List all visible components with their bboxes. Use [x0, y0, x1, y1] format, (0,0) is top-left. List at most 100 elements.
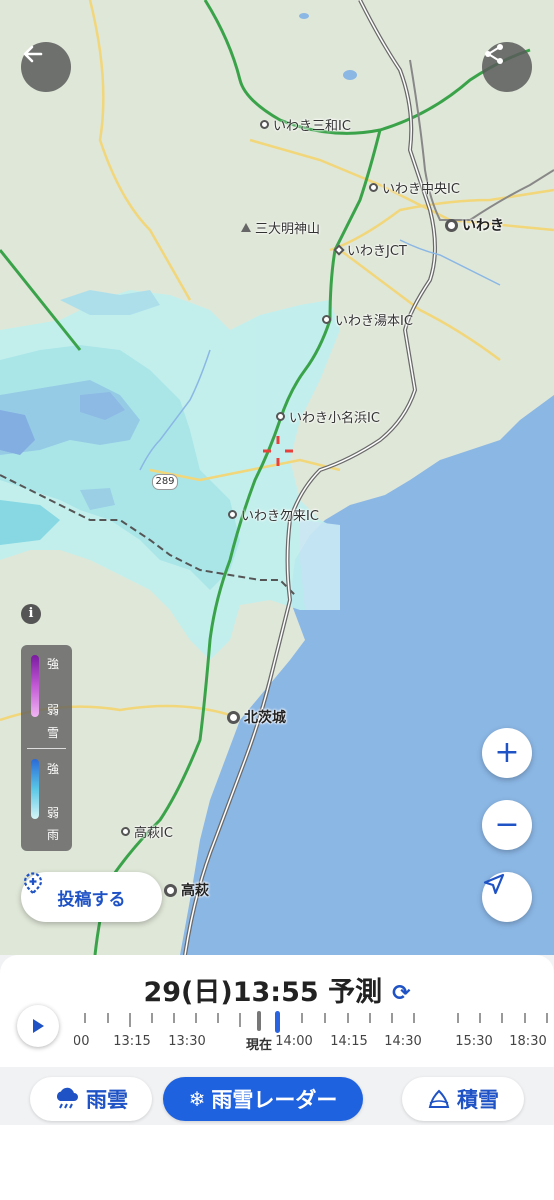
place-label: 高萩: [181, 883, 209, 899]
place-iwaki-yumoto-ic: いわき湯本IC: [322, 310, 413, 329]
place-label: いわき三和IC: [273, 119, 351, 134]
tab-label: 雨雲: [86, 1088, 128, 1112]
timeline-tick: [84, 1013, 86, 1023]
place-iwaki-chuo-ic: いわき中央IC: [369, 178, 460, 197]
post-pin-icon: [23, 872, 43, 895]
place-kitaibaraki: 北茨城: [227, 707, 286, 727]
refresh-icon[interactable]: ⟳: [392, 981, 410, 1006]
snow-rain-icon: ❄: [188, 1087, 206, 1111]
post-button-label: 投稿する: [57, 889, 126, 910]
timeline-tick: [391, 1013, 393, 1023]
timeline-tick: [524, 1013, 526, 1023]
share-icon: [485, 44, 503, 64]
place-label: いわき小名浜IC: [289, 411, 380, 426]
place-takahagi: 高萩: [164, 880, 209, 900]
timeline-tick: [301, 1013, 303, 1023]
mountain-icon: [241, 223, 251, 232]
ic-marker-icon: [260, 120, 269, 129]
location-arrow-icon: [483, 873, 505, 895]
timeline-label: 14:15: [330, 1034, 368, 1049]
snow-scale-bar: [31, 655, 39, 717]
timeline-tick: [239, 1013, 241, 1027]
timeline-cursor[interactable]: [275, 1011, 280, 1033]
timeline-tick: [195, 1013, 197, 1023]
map-canvas[interactable]: [0, 0, 554, 955]
time-panel: 29(日)13:55 予測 ⟳ :00 13:15 13:30 現在14:00 14:15…: [0, 955, 554, 1200]
snow-weak-label: 弱: [47, 703, 60, 717]
rain-label: 雨: [47, 828, 60, 842]
place-label: いわき勿来IC: [241, 509, 319, 524]
city-marker-icon: [445, 218, 458, 232]
rain-scale-bar: [31, 759, 39, 819]
snow-strong-label: 強: [47, 657, 60, 671]
plus-icon: +: [494, 735, 520, 770]
place-label: いわきJCT: [347, 244, 407, 259]
rain-weak-label: 弱: [47, 806, 60, 820]
timeline-tick: [501, 1013, 503, 1023]
timeline-label: 13:15: [113, 1034, 151, 1049]
snow-pile-icon: [428, 1089, 450, 1108]
timeline-tick: [107, 1013, 109, 1023]
timeline-label: 14:30: [384, 1034, 422, 1049]
timeline-tick: [129, 1013, 131, 1027]
place-label: 三大明神山: [255, 222, 321, 237]
timeline-label: 14:00: [275, 1034, 313, 1049]
timeline-tick: [347, 1013, 349, 1023]
city-marker-icon: [164, 883, 177, 897]
place-label: いわき中央IC: [382, 182, 460, 197]
ic-marker-icon: [276, 412, 285, 421]
timeline-tick: [217, 1013, 219, 1023]
info-button[interactable]: i: [21, 604, 41, 624]
timeline-tick: [546, 1013, 548, 1023]
play-icon: [33, 1019, 44, 1033]
timeline-tick: [457, 1013, 459, 1023]
city-marker-icon: [227, 710, 240, 724]
rain-strong-label: 強: [47, 762, 60, 776]
place-sandaimyojin: 三大明神山: [241, 218, 320, 237]
zoom-in-button[interactable]: +: [482, 728, 532, 778]
map[interactable]: いわき三和IC いわき中央IC いわき 三大明神山 いわきJCT いわき湯本IC…: [0, 0, 554, 955]
date-label: 29(日): [143, 977, 233, 1008]
tab-snow-depth[interactable]: 積雪: [402, 1077, 524, 1121]
ic-marker-icon: [322, 315, 331, 324]
play-button[interactable]: [17, 1005, 59, 1047]
snow-label: 雪: [47, 726, 60, 740]
place-label: 北茨城: [244, 710, 286, 726]
place-label: 高萩IC: [134, 826, 173, 841]
post-button[interactable]: 投稿する: [21, 872, 162, 922]
timeline-label: 15:30: [455, 1034, 493, 1049]
tab-label: 積雪: [457, 1088, 499, 1112]
tab-rain-cloud[interactable]: 雨雲: [30, 1077, 152, 1121]
tab-label: 雨雪レーダー: [211, 1088, 338, 1112]
legend-divider: [27, 748, 66, 749]
back-button[interactable]: [21, 42, 71, 92]
timeline-tick: [369, 1013, 371, 1023]
precipitation-legend: 強 弱 雪 強 弱 雨: [21, 645, 72, 851]
layer-tabs: 雨雲 ❄ 雨雪レーダー 積雪: [0, 1067, 554, 1125]
timeline-slider[interactable]: :00 13:15 13:30 現在14:00 14:15 14:30 15:30 18:30: [74, 1007, 554, 1057]
minus-icon: −: [494, 807, 520, 842]
timeline-tick: [413, 1013, 415, 1023]
place-iwaki-jct: いわきJCT: [333, 240, 407, 259]
timeline-tick: [324, 1013, 326, 1023]
time-label: 13:55: [232, 977, 319, 1008]
now-marker: [257, 1011, 261, 1031]
route-number-shield: 289: [152, 474, 178, 490]
timeline-label: 現在: [245, 1038, 273, 1053]
timeline-tick: [173, 1013, 175, 1023]
place-iwaki-onahama-ic: いわき小名浜IC: [276, 407, 380, 426]
share-button[interactable]: [482, 42, 532, 92]
ic-marker-icon: [369, 183, 378, 192]
timeline-label: :00: [74, 1034, 90, 1049]
timeline-tick: [151, 1013, 153, 1023]
current-location-button[interactable]: [482, 872, 532, 922]
zoom-out-button[interactable]: −: [482, 800, 532, 850]
timeline-tick: [479, 1013, 481, 1023]
mode-label: 予測: [328, 977, 383, 1008]
forecast-time-header: 29(日)13:55 予測 ⟳: [0, 970, 554, 1009]
place-label: いわき湯本IC: [335, 314, 413, 329]
tab-rain-snow-radar[interactable]: ❄ 雨雪レーダー: [163, 1077, 363, 1121]
jct-marker-icon: [333, 243, 345, 256]
place-takahagi-ic: 高萩IC: [121, 822, 173, 841]
place-iwaki-nakoso-ic: いわき勿来IC: [228, 505, 319, 524]
